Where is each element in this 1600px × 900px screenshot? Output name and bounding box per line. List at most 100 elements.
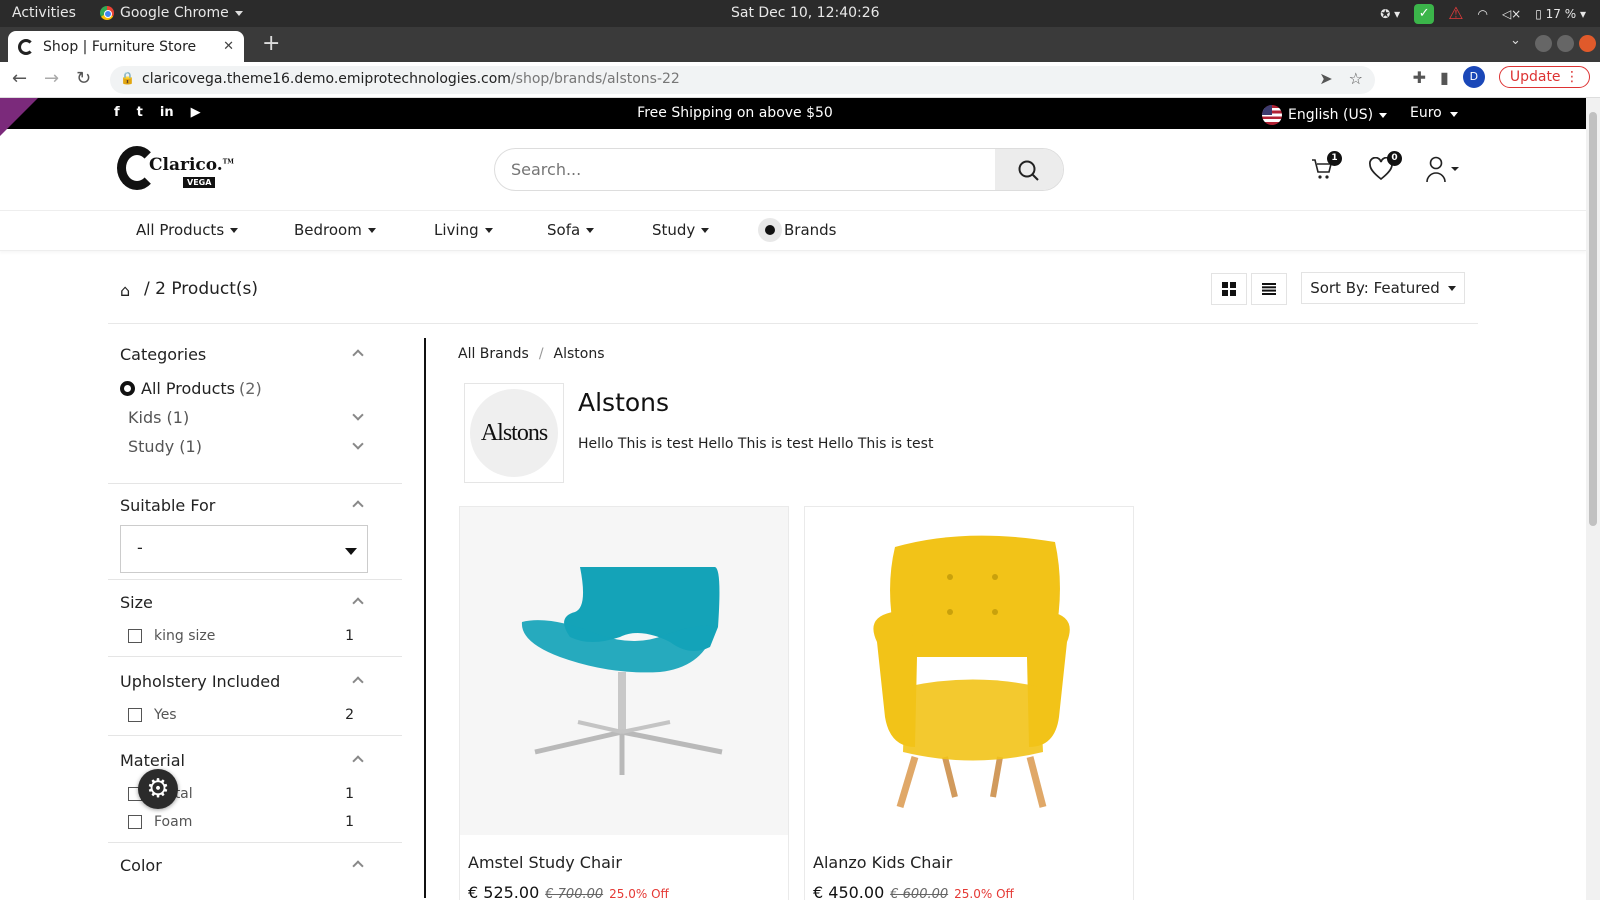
language-selector[interactable]: English (US) xyxy=(1262,105,1388,125)
reload-icon[interactable]: ↻ xyxy=(76,68,91,89)
product-card[interactable]: Alanzo Kids Chair € 450.00 € 600.00 25.0… xyxy=(804,506,1134,900)
tab-search-icon[interactable]: ⌄ xyxy=(1510,33,1521,48)
product-price: € 525.00 xyxy=(468,883,540,900)
site-header: Clarico.TM VEGA 1 0 xyxy=(0,129,1586,211)
accessibility-icon[interactable]: ✪ ▾ xyxy=(1380,7,1400,21)
list-view-button[interactable] xyxy=(1251,273,1287,305)
brand-description: Hello This is test Hello This is test He… xyxy=(578,436,934,452)
chevron-down-icon xyxy=(1447,285,1456,291)
search-button[interactable] xyxy=(995,149,1063,190)
announcement-text: Free Shipping on above $50 xyxy=(637,105,833,121)
clock[interactable]: Sat Dec 10, 12:40:26 xyxy=(731,5,880,21)
close-tab-icon[interactable]: ✕ xyxy=(223,39,234,54)
product-name[interactable]: Amstel Study Chair xyxy=(468,853,622,872)
breadcrumb: All Brands / Alstons xyxy=(458,346,605,362)
close-window-button[interactable] xyxy=(1579,35,1596,52)
sort-dropdown[interactable]: Sort By: Featured xyxy=(1301,272,1465,304)
account-menu[interactable] xyxy=(1426,155,1460,187)
window-controls xyxy=(1535,35,1596,52)
minimize-button[interactable] xyxy=(1535,35,1552,52)
menu-item-sofa[interactable]: Sofa xyxy=(547,221,595,239)
product-image[interactable] xyxy=(460,507,788,835)
breadcrumb-all-brands[interactable]: All Brands xyxy=(458,346,529,362)
update-check-icon[interactable]: ✓ xyxy=(1414,4,1435,24)
category-kids[interactable]: Kids (1) xyxy=(108,403,402,432)
wishlist-button[interactable]: 0 xyxy=(1368,151,1402,185)
breadcrumb-current: Alstons xyxy=(553,346,605,362)
page-scrollbar[interactable] xyxy=(1586,98,1600,900)
app-name: Google Chrome xyxy=(120,5,229,21)
os-top-bar: Activities Google Chrome Sat Dec 10, 12:… xyxy=(0,0,1600,27)
app-menu[interactable]: Google Chrome xyxy=(100,5,243,21)
warning-icon[interactable]: ⚠ xyxy=(1448,4,1463,24)
volume-icon[interactable]: ◁× xyxy=(1502,7,1521,21)
product-image[interactable] xyxy=(805,507,1133,835)
main-menu: All Products Bedroom Living Sofa Study B… xyxy=(0,211,1586,251)
suitable-for-select[interactable]: - xyxy=(120,525,368,573)
study-chair-image xyxy=(521,567,723,775)
upholstery-header[interactable]: Upholstery Included xyxy=(108,663,402,701)
site-logo[interactable]: Clarico.TM VEGA xyxy=(117,146,234,190)
currency-selector[interactable]: Euro xyxy=(1410,105,1459,121)
home-icon[interactable]: ⌂ xyxy=(120,281,130,300)
back-arrow-icon[interactable]: ← xyxy=(12,68,27,89)
product-old-price: € 600.00 xyxy=(890,887,949,900)
material-option-foam[interactable]: Foam 1 xyxy=(108,808,402,836)
brand-logo: Alstons xyxy=(464,383,564,483)
categories-header[interactable]: Categories xyxy=(108,336,402,374)
upholstery-filter: Upholstery Included Yes 2 xyxy=(108,657,402,736)
forward-arrow-icon[interactable]: → xyxy=(44,68,59,89)
address-bar[interactable]: 🔒 claricovega.theme16.demo.emiprotechnol… xyxy=(110,66,1375,94)
battery-icon[interactable]: ▯ 17 % ▾ xyxy=(1535,7,1586,21)
category-study[interactable]: Study (1) xyxy=(108,432,402,461)
search-input[interactable] xyxy=(511,160,961,179)
product-old-price: € 700.00 xyxy=(545,887,604,900)
chevron-up-icon xyxy=(352,860,364,872)
chevron-down-icon xyxy=(352,438,364,450)
tab-title: Shop | Furniture Store xyxy=(43,38,197,55)
system-tray[interactable]: ✪ ▾ ✓ ⚠ ◠ ◁× ▯ 17 % ▾ xyxy=(1380,4,1586,24)
suitable-for-header[interactable]: Suitable For xyxy=(108,487,402,525)
kids-chair-image xyxy=(873,535,1070,809)
activities-button[interactable]: Activities xyxy=(12,5,76,21)
checkbox xyxy=(128,815,142,829)
cart-button[interactable]: 1 xyxy=(1310,151,1342,185)
star-icon[interactable]: ☆ xyxy=(1349,69,1363,88)
profile-avatar[interactable]: D xyxy=(1462,66,1485,88)
grid-view-button[interactable] xyxy=(1211,273,1247,305)
chevron-up-icon xyxy=(352,676,364,688)
wifi-icon[interactable]: ◠ xyxy=(1477,7,1487,21)
scrollbar-thumb[interactable] xyxy=(1589,112,1597,526)
product-card[interactable]: Amstel Study Chair € 525.00 € 700.00 25.… xyxy=(459,506,789,900)
chevron-up-icon xyxy=(352,349,364,361)
product-name[interactable]: Alanzo Kids Chair xyxy=(813,853,952,872)
color-header[interactable]: Color xyxy=(108,847,402,885)
checkbox xyxy=(128,629,142,643)
site-favicon-icon xyxy=(18,38,34,55)
menu-item-all-products[interactable]: All Products xyxy=(136,221,239,239)
menu-item-living[interactable]: Living xyxy=(434,221,493,239)
tab-strip: Shop | Furniture Store ✕ + ⌄ xyxy=(0,27,1600,62)
radio-selected-icon xyxy=(120,381,135,396)
menu-item-study[interactable]: Study xyxy=(652,221,710,239)
menu-item-brands[interactable]: Brands xyxy=(758,218,837,242)
category-all-products[interactable]: All Products (2) xyxy=(108,374,402,403)
send-icon[interactable]: ➤ xyxy=(1319,69,1332,88)
chevron-down-icon xyxy=(701,227,710,233)
side-panel-icon[interactable]: ▮ xyxy=(1440,68,1449,87)
lock-icon[interactable]: 🔒 xyxy=(120,71,135,85)
browser-tab[interactable]: Shop | Furniture Store ✕ xyxy=(8,31,244,62)
suitable-for-filter: Suitable For - xyxy=(108,484,402,580)
menu-item-bedroom[interactable]: Bedroom xyxy=(294,221,376,239)
update-button[interactable]: Update ⋮ xyxy=(1498,66,1590,88)
settings-gear-button[interactable]: ⚙ xyxy=(138,769,178,809)
extensions-icon[interactable]: ✚ xyxy=(1413,68,1426,87)
product-price-row: € 525.00 € 700.00 25.0% Off xyxy=(468,883,669,900)
new-tab-button[interactable]: + xyxy=(262,31,280,56)
chrome-icon xyxy=(100,6,114,20)
upholstery-option-yes[interactable]: Yes 2 xyxy=(108,701,402,729)
size-header[interactable]: Size xyxy=(108,584,402,622)
size-option-king[interactable]: king size 1 xyxy=(108,622,402,650)
maximize-button[interactable] xyxy=(1557,35,1574,52)
cart-count-badge: 1 xyxy=(1327,151,1342,166)
